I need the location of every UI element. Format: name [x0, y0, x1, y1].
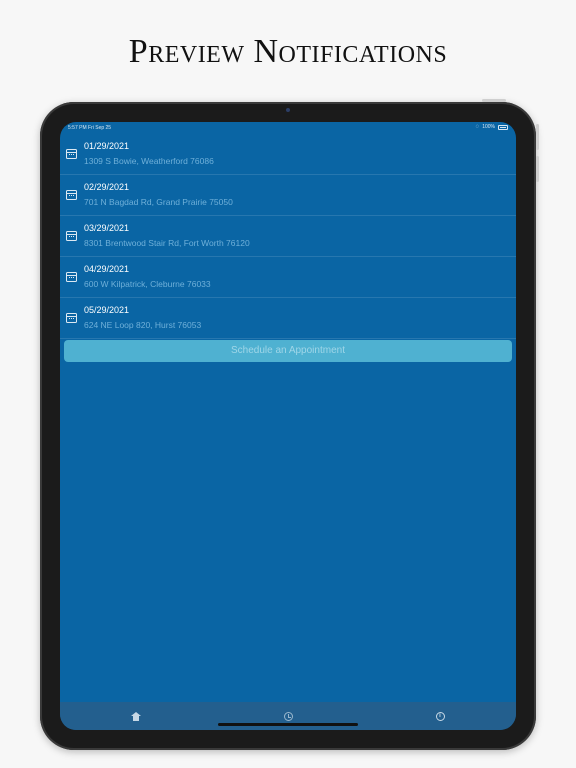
appointment-date: 05/29/2021: [84, 305, 130, 315]
status-indicators: ◌ 100%: [476, 124, 508, 130]
app-screen: 5:57 PM Fri Sep 25 ◌ 100% 01/29/2021 130…: [60, 122, 516, 730]
appointment-row-5[interactable]: 05/29/2021 624 NE Loop 820, Hurst 76053: [60, 298, 516, 339]
home-indicator[interactable]: [218, 723, 358, 726]
appointment-row-3[interactable]: 03/29/2021 8301 Brentwood Stair Rd, Fort…: [60, 216, 516, 257]
tab-info[interactable]: i: [364, 702, 516, 730]
calendar-icon: [66, 149, 77, 159]
tablet-device-frame: 5:57 PM Fri Sep 25 ◌ 100% 01/29/2021 130…: [40, 99, 539, 750]
calendar-icon: [66, 272, 77, 282]
home-icon: [131, 711, 141, 721]
calendar-icon: [66, 313, 77, 323]
calendar-icon: [66, 231, 77, 241]
calendar-icon: [66, 190, 77, 200]
appointment-date: 03/29/2021: [84, 223, 130, 233]
wifi-icon: ◌: [475, 124, 480, 130]
tab-home[interactable]: [60, 702, 212, 730]
tab-bar: i: [60, 702, 516, 730]
volume-up-button: [536, 124, 539, 150]
status-time: 5:57 PM Fri Sep 25: [68, 125, 112, 131]
appointment-date: 02/29/2021: [84, 182, 130, 192]
info-icon: i: [435, 711, 445, 721]
appointment-address: 600 W Kilpatrick, Cleburne 76033: [84, 279, 211, 289]
volume-down-button: [536, 156, 539, 182]
battery-icon: [498, 124, 508, 130]
front-camera: [286, 108, 290, 112]
page-headline: Preview Notifications: [128, 33, 448, 70]
store-preview-page: Preview Notifications 5:57 PM Fri Sep 25…: [0, 0, 576, 768]
appointment-address: 624 NE Loop 820, Hurst 76053: [84, 320, 202, 330]
appointment-row-1[interactable]: 01/29/2021 1309 S Bowie, Weatherford 760…: [60, 134, 516, 175]
battery-percent: 100%: [482, 124, 495, 130]
clock-icon: [283, 711, 293, 721]
schedule-appointment-button[interactable]: Schedule an Appointment: [64, 340, 512, 362]
appointment-date: 01/29/2021: [84, 141, 130, 151]
appointment-address: 8301 Brentwood Stair Rd, Fort Worth 7612…: [84, 238, 250, 248]
appointment-address: 701 N Bagdad Rd, Grand Prairie 75050: [84, 197, 233, 207]
status-bar: 5:57 PM Fri Sep 25 ◌ 100%: [60, 122, 516, 134]
appointment-date: 04/29/2021: [84, 264, 130, 274]
appointment-list: 01/29/2021 1309 S Bowie, Weatherford 760…: [60, 134, 516, 339]
appointment-row-2[interactable]: 02/29/2021 701 N Bagdad Rd, Grand Prairi…: [60, 175, 516, 216]
appointment-row-4[interactable]: 04/29/2021 600 W Kilpatrick, Cleburne 76…: [60, 257, 516, 298]
top-button: [482, 99, 506, 102]
appointment-address: 1309 S Bowie, Weatherford 76086: [84, 156, 214, 166]
